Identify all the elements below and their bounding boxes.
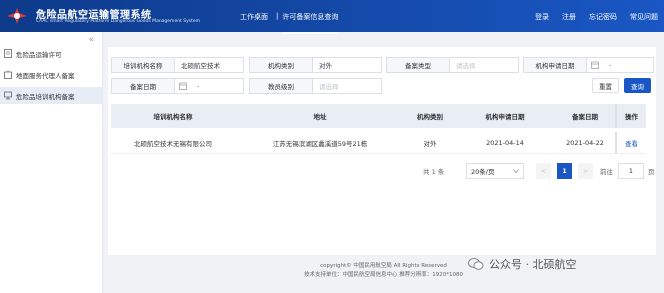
filing-date-field[interactable]: 备案日期 -	[111, 78, 244, 94]
cell-address: 江苏无锡滨湖区蠡溪道59号21栋	[272, 139, 368, 148]
calendar-icon[interactable]	[591, 61, 599, 69]
sidebar-item-training-org[interactable]: 危险品培训机构备案	[0, 87, 103, 104]
prev-page-button[interactable]: <	[536, 163, 551, 179]
wechat-icon	[468, 258, 484, 270]
page-size-value: 20条/页	[471, 168, 495, 176]
nav-home[interactable]: 工作桌面	[240, 12, 268, 22]
support-text: 技术支持单位：中国民航空局信息中心 推荐分辨率：1920*1080	[304, 272, 463, 278]
document-icon	[4, 49, 13, 58]
building-icon	[4, 70, 13, 79]
filing-type-label: 备案类型	[387, 58, 450, 72]
table-header: 培训机构名称 地址 机构类别 机构申请日期 备案日期 操作	[111, 104, 646, 128]
faq-link[interactable]: 常见问题	[630, 12, 658, 22]
training-icon	[4, 91, 13, 100]
cell-apply-date: 2021-04-14	[486, 138, 524, 147]
top-nav: 工作桌面 | 许可备案信息查询	[240, 12, 346, 34]
column-header: 备案日期	[572, 113, 598, 121]
filing-type-field[interactable]: 备案类型 请选择	[386, 57, 519, 73]
sidebar-item-transport-permit[interactable]: 危险品运输许可	[0, 45, 103, 62]
org-type-field[interactable]: 机构类别 对外	[249, 57, 382, 73]
column-header: 操作	[615, 104, 646, 128]
teacher-level-field[interactable]: 教员级别 请选择	[249, 78, 382, 94]
goto-label: 前往	[600, 168, 613, 176]
login-link[interactable]: 登录	[535, 12, 549, 22]
cell-filing-date: 2021-04-22	[566, 138, 604, 147]
sidebar-item-label: 地面服务代理人备案	[16, 71, 75, 80]
caac-logo-icon	[7, 8, 27, 24]
teacher-level-label: 教员级别	[250, 79, 313, 93]
search-button[interactable]: 查询	[624, 78, 651, 93]
next-page-button[interactable]: >	[578, 163, 593, 179]
pagination-total: 共 1 条	[423, 168, 445, 176]
collapse-sidebar-icon[interactable]: «	[88, 35, 94, 45]
sidebar: « 危险品运输许可 地面服务代理人备案 危险品培训机构备案	[0, 32, 103, 293]
sidebar-item-ground-agent[interactable]: 地面服务代理人备案	[0, 66, 103, 83]
org-name-label: 培训机构名称	[112, 58, 175, 72]
teacher-level-select[interactable]: 请选择	[313, 81, 381, 91]
chevron-down-icon	[513, 169, 519, 173]
org-name-field[interactable]: 培训机构名称 北硕航空技术	[111, 57, 244, 73]
cell-org-type: 对外	[423, 139, 437, 148]
top-links: 登录 注册 忘记密码 常见问题	[522, 12, 658, 22]
org-type-label: 机构类别	[250, 58, 313, 72]
app-header: 危险品航空运输管理系统 CAAC smart Regulatory Platfo…	[0, 0, 664, 34]
page-number-button[interactable]: 1	[557, 163, 572, 179]
column-header: 机构申请日期	[485, 113, 525, 121]
page-unit-label: 页	[648, 168, 655, 176]
copyright-text: copyright© 中国民用航空局 All Rights Reserved	[320, 263, 447, 269]
nav-current[interactable]: 许可备案信息查询	[282, 12, 339, 34]
sidebar-item-label: 危险品运输许可	[16, 50, 62, 59]
column-header: 培训机构名称	[153, 113, 193, 121]
main-panel: 培训机构名称 北硕航空技术 机构类别 对外 备案类型 请选择 机构申请日期 - …	[108, 47, 656, 255]
nav-separator: |	[276, 12, 279, 20]
watermark: 公众号 · 北硕航空	[468, 256, 577, 272]
table-row: 北硕航空技术无锡有限公司 江苏无锡滨湖区蠡溪道59号21栋 对外 2021-04…	[111, 132, 646, 154]
cell-org-name: 北硕航空技术无锡有限公司	[134, 139, 212, 148]
view-link[interactable]: 查看	[615, 132, 646, 153]
forgot-password-link[interactable]: 忘记密码	[589, 12, 617, 22]
apply-date-label: 机构申请日期	[524, 58, 587, 72]
footer: copyright© 中国民用航空局 All Rights Reserved 技…	[103, 262, 664, 280]
sidebar-item-label: 危险品培训机构备案	[16, 92, 75, 101]
org-name-input[interactable]: 北硕航空技术	[175, 60, 243, 70]
date-range-dash: -	[197, 82, 200, 90]
column-header: 机构类别	[417, 113, 443, 121]
goto-page-input[interactable]: 1	[618, 163, 644, 179]
reset-button[interactable]: 重置	[592, 78, 619, 93]
org-type-select[interactable]: 对外	[313, 60, 381, 70]
apply-date-field[interactable]: 机构申请日期 -	[523, 57, 654, 73]
page-size-select[interactable]: 20条/页	[466, 163, 524, 179]
calendar-icon[interactable]	[179, 82, 187, 90]
column-header: 地址	[313, 113, 327, 121]
register-link[interactable]: 注册	[562, 12, 576, 22]
date-range-dash: -	[609, 61, 612, 69]
filing-date-label: 备案日期	[112, 79, 175, 93]
filing-type-select[interactable]: 请选择	[450, 60, 518, 70]
watermark-text: 公众号 · 北硕航空	[489, 258, 577, 271]
app-subtitle: CAAC smart Regulatory Platform Dangerous…	[36, 19, 201, 24]
